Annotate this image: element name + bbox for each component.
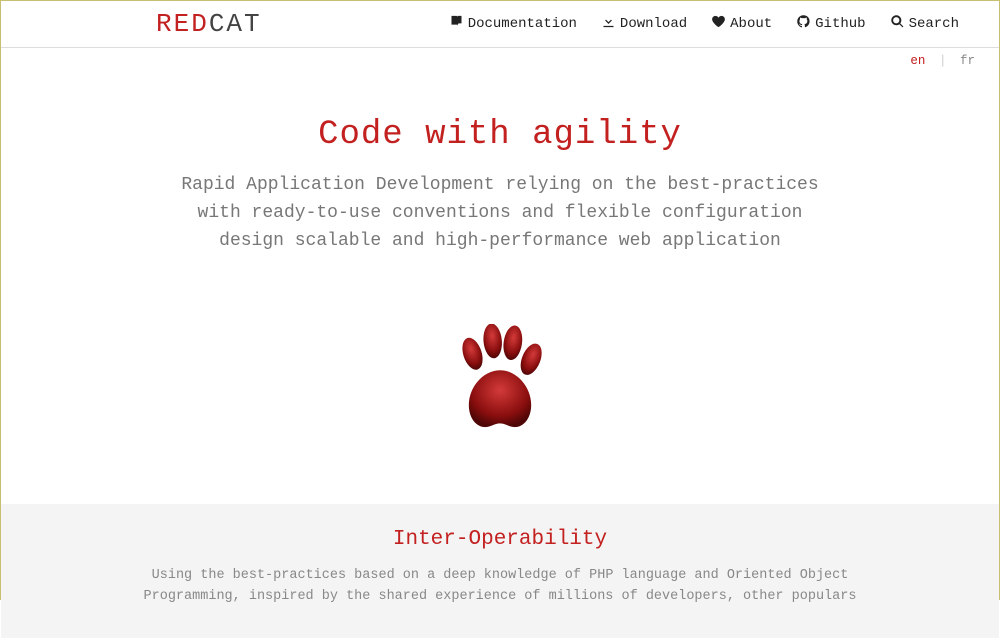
hero-subtitle: Rapid Application Development relying on… xyxy=(61,172,939,256)
nav-about[interactable]: About xyxy=(711,14,772,34)
hero: Code with agility Rapid Application Deve… xyxy=(1,68,999,276)
section-body: Using the best-practices based on a deep… xyxy=(121,565,879,608)
nav-github[interactable]: Github xyxy=(796,14,865,34)
hero-sub-line: with ready-to-use conventions and flexib… xyxy=(61,200,939,228)
paw-logo xyxy=(1,324,999,444)
lang-fr[interactable]: fr xyxy=(960,54,975,68)
logo[interactable]: REDCAT xyxy=(156,9,262,39)
paw-icon xyxy=(445,324,555,444)
language-switcher: en | fr xyxy=(1,48,999,68)
heart-icon xyxy=(711,14,726,34)
hero-title: Code with agility xyxy=(61,116,939,154)
lang-en[interactable]: en xyxy=(910,54,925,68)
nav-label: Documentation xyxy=(468,16,577,32)
nav-search[interactable]: Search xyxy=(890,14,959,34)
search-icon xyxy=(890,14,905,34)
header: REDCAT Documentation Download About Gith… xyxy=(1,1,999,48)
github-icon xyxy=(796,14,811,34)
hero-sub-line: design scalable and high-performance web… xyxy=(61,228,939,256)
nav-label: Search xyxy=(909,16,959,32)
book-icon xyxy=(449,14,464,34)
logo-cat: CAT xyxy=(209,9,262,39)
nav: Documentation Download About Github Sear… xyxy=(449,14,979,34)
hero-sub-line: Rapid Application Development relying on… xyxy=(61,172,939,200)
nav-label: About xyxy=(730,16,772,32)
nav-label: Download xyxy=(620,16,687,32)
interop-section: Inter-Operability Using the best-practic… xyxy=(1,504,999,638)
section-title: Inter-Operability xyxy=(121,528,879,551)
logo-red: RED xyxy=(156,9,209,39)
download-icon xyxy=(601,14,616,34)
lang-separator: | xyxy=(939,54,947,68)
nav-label: Github xyxy=(815,16,865,32)
nav-download[interactable]: Download xyxy=(601,14,687,34)
nav-documentation[interactable]: Documentation xyxy=(449,14,577,34)
